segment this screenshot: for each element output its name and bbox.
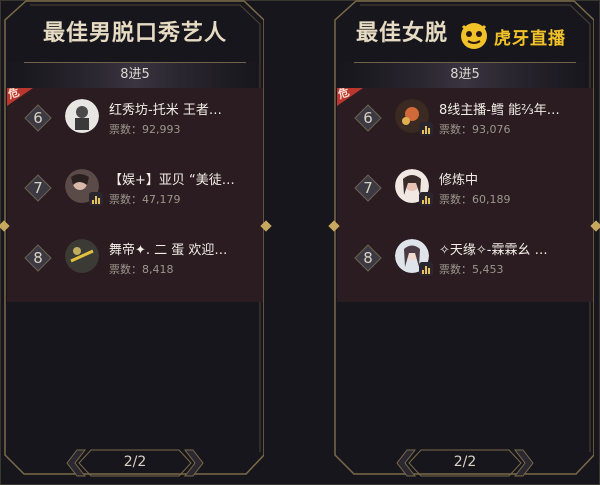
candidate-list: 危 6 8线主播-鳕 能⅔年… 票数：93,076 7 修炼中 票数：60,18…: [336, 85, 593, 302]
candidate-name[interactable]: 修炼中: [439, 169, 589, 188]
avatar[interactable]: [65, 239, 99, 273]
rank-badge: 7: [354, 174, 382, 202]
round-label: 8进5: [450, 67, 480, 82]
live-bars-icon: [419, 192, 433, 206]
award-panel-female: 最佳女脱 8进5 危 6 8线主播-鳕 能⅔年… 票数：93,076 7 修炼中…: [334, 0, 596, 485]
rank-badge: 8: [354, 244, 382, 272]
candidate-name[interactable]: 【娱+】亚贝 “美徒…: [109, 169, 259, 188]
candidate-row[interactable]: 8 舞帝✦. 二 蛋 欢迎… 票数：8,418: [7, 228, 263, 288]
candidate-row[interactable]: 8 ✧天缘✧-霖霖幺 … 票数：5,453: [337, 228, 593, 288]
rank-badge: 6: [354, 104, 382, 132]
rank-number: 8: [33, 249, 43, 267]
page-indicator: 2/2: [123, 454, 147, 470]
vote-count: 票数：60,189: [439, 193, 511, 206]
rank-badge: 8: [24, 244, 52, 272]
vote-count: 票数：92,993: [109, 123, 181, 136]
avatar[interactable]: [65, 99, 99, 133]
candidate-row[interactable]: 7 【娱+】亚贝 “美徒… 票数：47,179: [7, 158, 263, 218]
candidate-row[interactable]: 6 8线主播-鳕 能⅔年… 票数：93,076: [337, 88, 593, 148]
rank-badge: 7: [24, 174, 52, 202]
rank-number: 8: [363, 249, 373, 267]
candidate-row[interactable]: 6 红秀坊-托米 王者… 票数：92,993: [7, 88, 263, 148]
candidate-name[interactable]: ✧天缘✧-霖霖幺 …: [439, 239, 589, 258]
watermark-text: 虎牙直播: [494, 29, 566, 49]
candidate-name[interactable]: 8线主播-鳕 能⅔年…: [439, 99, 589, 118]
award-panel-male: 最佳男脱口秀艺人 8进5 危 6 红秀坊-托米 王者… 票数：92,993 7 …: [4, 0, 266, 485]
panel-title: 最佳男脱口秀艺人: [42, 20, 227, 46]
rank-badge: 6: [24, 104, 52, 132]
pagination: 2/2: [395, 446, 535, 480]
candidate-name[interactable]: 红秀坊-托米 王者…: [109, 99, 259, 118]
rank-number: 6: [363, 109, 373, 127]
page-indicator: 2/2: [453, 454, 477, 470]
vote-count: 票数：93,076: [439, 123, 511, 136]
rank-number: 7: [363, 179, 373, 197]
candidate-row[interactable]: 7 修炼中 票数：60,189: [337, 158, 593, 218]
live-bars-icon: [89, 192, 103, 206]
candidate-name[interactable]: 舞帝✦. 二 蛋 欢迎…: [109, 239, 259, 258]
watermark-logo: 虎牙直播: [458, 20, 584, 50]
vote-count: 票数：5,453: [439, 263, 504, 276]
rank-number: 6: [33, 109, 43, 127]
candidate-list: 危 6 红秀坊-托米 王者… 票数：92,993 7 【娱+】亚贝 “美徒… 票…: [6, 85, 263, 302]
live-bars-icon: [419, 262, 433, 276]
vote-count: 票数：8,418: [109, 263, 174, 276]
pagination: 2/2: [65, 446, 205, 480]
live-bars-icon: [419, 122, 433, 136]
vote-count: 票数：47,179: [109, 193, 181, 206]
round-label: 8进5: [120, 67, 150, 82]
tiger-face-icon: [461, 23, 487, 49]
rank-number: 7: [33, 179, 43, 197]
